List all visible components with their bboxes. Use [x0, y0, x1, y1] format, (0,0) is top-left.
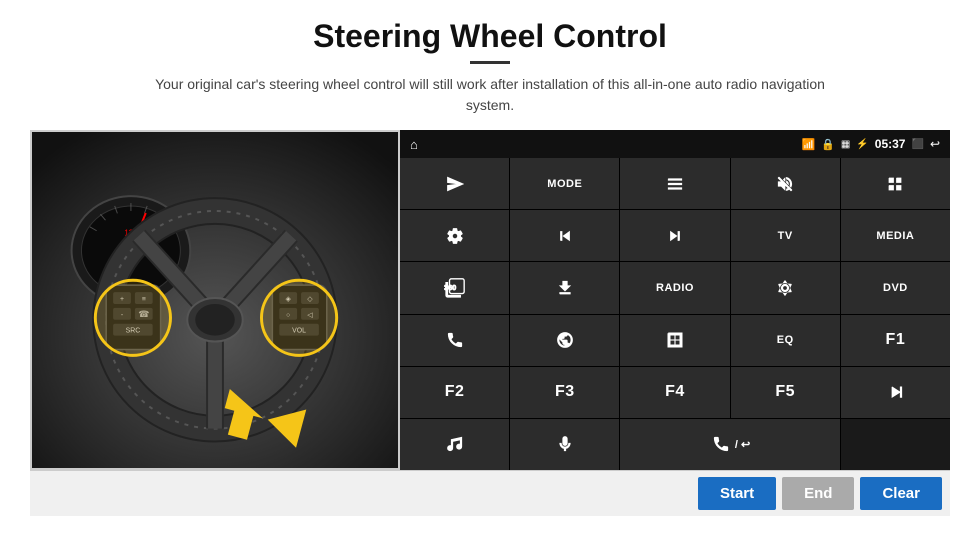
list-btn[interactable] — [620, 158, 729, 209]
f3-btn[interactable]: F3 — [510, 367, 619, 418]
car-image-bg: 120 — [32, 132, 398, 468]
content-row: 120 — [30, 130, 950, 470]
f2-btn[interactable]: F2 — [400, 367, 509, 418]
f5-btn[interactable]: F5 — [731, 367, 840, 418]
status-bar-left: ⌂ — [410, 137, 418, 152]
mute-btn[interactable] — [731, 158, 840, 209]
window-btn[interactable] — [620, 315, 729, 366]
page-subtitle: Your original car's steering wheel contr… — [140, 74, 840, 116]
home-icon[interactable]: ⌂ — [410, 137, 418, 152]
back-icon[interactable]: ↩ — [930, 137, 940, 151]
tv-btn[interactable]: TV — [731, 210, 840, 261]
music-btn[interactable] — [400, 419, 509, 470]
screen-icon: ⬛ — [911, 139, 923, 150]
phonecall-btn[interactable]: / ↩ — [620, 419, 839, 470]
end-button[interactable]: End — [782, 477, 854, 510]
status-bar: ⌂ 📶 🔒 ▦ ⚡ 05:37 ⬛ ↩ — [400, 130, 950, 158]
status-bar-right: 📶 🔒 ▦ ⚡ 05:37 ⬛ ↩ — [801, 137, 940, 151]
clear-button[interactable]: Clear — [860, 477, 942, 510]
car-image-section: 120 — [30, 130, 400, 470]
lock-icon: 🔒 — [821, 138, 835, 151]
dvd-btn[interactable]: DVD — [841, 262, 950, 313]
rewind-btn[interactable] — [510, 210, 619, 261]
phone-btn[interactable] — [400, 315, 509, 366]
car-svg: 120 — [32, 130, 398, 470]
title-divider — [470, 61, 510, 64]
media-btn[interactable]: MEDIA — [841, 210, 950, 261]
brightness-btn[interactable] — [731, 262, 840, 313]
send-btn[interactable] — [400, 158, 509, 209]
f4-btn[interactable]: F4 — [620, 367, 729, 418]
eq-btn[interactable]: EQ — [731, 315, 840, 366]
wifi-icon: 📶 — [801, 138, 815, 151]
cam360-btn[interactable]: 360 — [400, 262, 509, 313]
settings-btn[interactable] — [400, 210, 509, 261]
empty1-btn — [841, 419, 950, 470]
eject-btn[interactable] — [510, 262, 619, 313]
button-grid: MODE TV MEDIA 360 RADIO DVD — [400, 158, 950, 470]
bottom-bar: Start End Clear — [30, 470, 950, 516]
page-title: Steering Wheel Control — [313, 18, 667, 55]
radio-btn[interactable]: RADIO — [620, 262, 729, 313]
mode-btn[interactable]: MODE — [510, 158, 619, 209]
playpause-btn[interactable] — [841, 367, 950, 418]
start-button[interactable]: Start — [698, 477, 776, 510]
forward-btn[interactable] — [620, 210, 729, 261]
mic-btn[interactable] — [510, 419, 619, 470]
globe-btn[interactable] — [510, 315, 619, 366]
sd-icon: ▦ — [841, 139, 850, 150]
apps-btn[interactable] — [841, 158, 950, 209]
f1-btn[interactable]: F1 — [841, 315, 950, 366]
radio-panel: ⌂ 📶 🔒 ▦ ⚡ 05:37 ⬛ ↩ MODE — [400, 130, 950, 470]
bluetooth-icon: ⚡ — [856, 139, 868, 150]
time-display: 05:37 — [875, 137, 906, 151]
